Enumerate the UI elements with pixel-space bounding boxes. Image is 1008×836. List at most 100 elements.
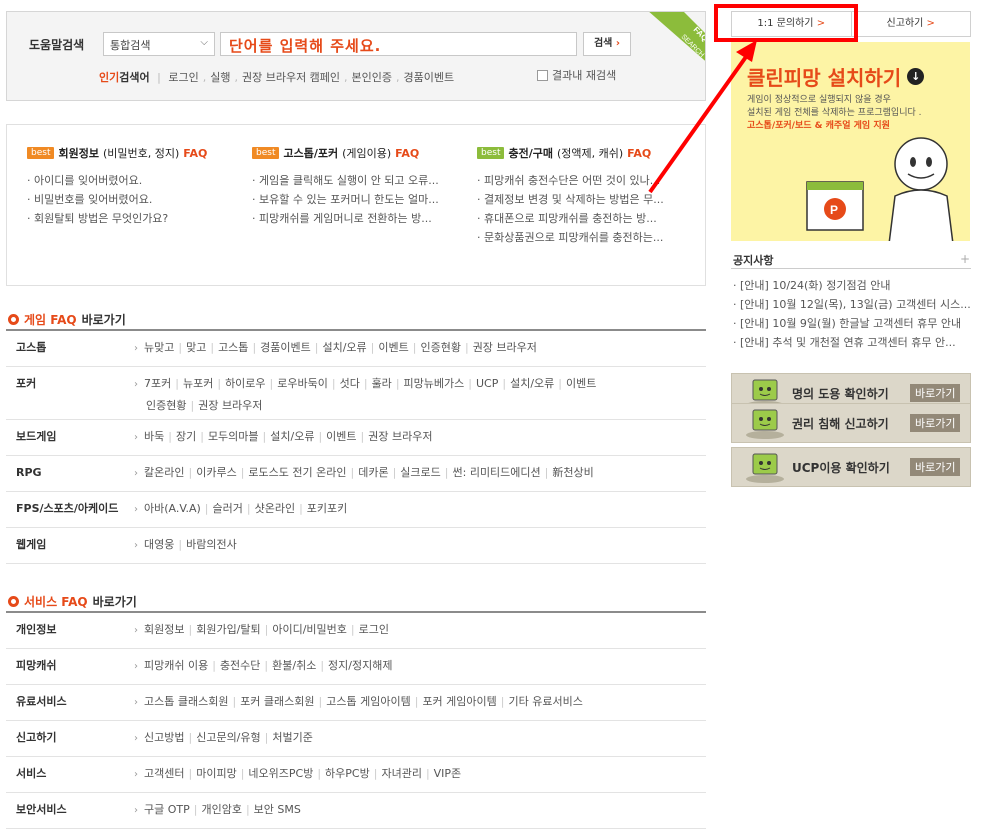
faq-topic-link[interactable]: 썬: 리미티드에디션: [453, 466, 541, 479]
side-shortcut-button[interactable]: 권리 침해 신고하기 바로가기: [731, 403, 971, 443]
faq-topic-link[interactable]: 이벤트: [378, 341, 408, 354]
popular-term-link[interactable]: 경품이벤트: [404, 71, 455, 84]
faq-topic-link[interactable]: 권장 브라우저: [198, 399, 262, 412]
best-faq-item[interactable]: 게임을 클릭해도 실행이 안 되고 오류...: [252, 171, 470, 190]
faq-topic-link[interactable]: 장기: [176, 430, 196, 443]
faq-topic-link[interactable]: 칼온라인: [144, 466, 184, 479]
best-faq-item[interactable]: 비밀번호를 잊어버렸어요.: [27, 190, 245, 209]
faq-topic-link[interactable]: 환불/취소: [272, 659, 316, 672]
faq-topic-link[interactable]: 섯다: [340, 377, 360, 390]
faq-topic-link[interactable]: 피망뉴베가스: [404, 377, 465, 390]
best-faq-item[interactable]: 피망캐쉬를 게임머니로 전환하는 방...: [252, 209, 470, 228]
faq-category-name: 포커: [16, 377, 37, 390]
faq-topic-link[interactable]: 권장 브라우저: [368, 430, 432, 443]
faq-topic-link[interactable]: 슬러거: [213, 502, 243, 515]
faq-topic-link[interactable]: 하이로우: [225, 377, 265, 390]
faq-topic-link[interactable]: 피망캐쉬 이용: [144, 659, 208, 672]
faq-topic-link[interactable]: UCP: [476, 377, 498, 390]
best-faq-item[interactable]: 문화상품권으로 피망캐쉬를 충전하는...: [477, 228, 695, 247]
faq-topic-link[interactable]: 로우바둑이: [277, 377, 328, 390]
faq-topic-link[interactable]: 개인암호: [201, 803, 241, 816]
search-scope-select[interactable]: 통합검색 ⌵: [103, 32, 215, 56]
faq-topic-link[interactable]: 고스톱: [218, 341, 248, 354]
faq-topic-link[interactable]: 이카루스: [196, 466, 236, 479]
faq-topic-link[interactable]: 하우PC방: [325, 767, 370, 780]
faq-topic-link[interactable]: 설치/오류: [322, 341, 366, 354]
faq-topic-link[interactable]: 바둑: [144, 430, 164, 443]
faq-topic-link[interactable]: 아이디/비밀번호: [272, 623, 347, 636]
best-faq-item[interactable]: 보유할 수 있는 포커머니 한도는 얼마...: [252, 190, 470, 209]
faq-topic-link[interactable]: 네오위즈PC방: [248, 767, 313, 780]
faq-topic-link[interactable]: 신고문의/유형: [196, 731, 260, 744]
faq-topic-link[interactable]: 기타 유료서비스: [509, 695, 583, 708]
faq-topic-link[interactable]: 바람의전사: [186, 538, 237, 551]
result-in-result-checkbox[interactable]: 결과내 재검색: [537, 67, 616, 83]
faq-topic-link[interactable]: 정지/정지해제: [328, 659, 392, 672]
faq-topic-link[interactable]: 이벤트: [566, 377, 596, 390]
best-faq-item[interactable]: 피망캐쉬 충전수단은 어떤 것이 있나...: [477, 171, 695, 190]
faq-topic-link[interactable]: 훌라: [372, 377, 392, 390]
faq-topic-link[interactable]: 고스톱 게임아이템: [326, 695, 410, 708]
go-link[interactable]: 바로가기: [910, 458, 961, 476]
faq-topic-link[interactable]: 처벌기준: [272, 731, 312, 744]
notice-item[interactable]: [안내] 10월 12일(목), 13일(금) 고객센터 시스...: [733, 295, 971, 314]
faq-topic-link[interactable]: 충전수단: [220, 659, 260, 672]
go-link[interactable]: 바로가기: [910, 414, 961, 432]
faq-topic-link[interactable]: 보안 SMS: [254, 803, 301, 816]
faq-topic-link[interactable]: 자녀관리: [381, 767, 421, 780]
faq-topic-link[interactable]: 포키포키: [307, 502, 347, 515]
faq-topic-link[interactable]: 마이피망: [196, 767, 236, 780]
faq-topic-link[interactable]: 7포커: [144, 377, 171, 390]
faq-topic-link[interactable]: 회원정보: [144, 623, 184, 636]
tab-report[interactable]: 신고하기 >: [852, 12, 971, 36]
banner-title: 클린피망 설치하기 ↓: [747, 62, 925, 91]
faq-topic-link[interactable]: 회원가입/탈퇴: [196, 623, 260, 636]
faq-topic-link[interactable]: 고객센터: [144, 767, 184, 780]
notice-item[interactable]: [안내] 추석 및 개천절 연휴 고객센터 휴무 안...: [733, 333, 971, 352]
clean-pmang-banner[interactable]: 클린피망 설치하기 ↓ 게임이 정상적으로 실행되지 않을 경우 설치된 게임 전…: [731, 42, 970, 241]
faq-topic-link[interactable]: 신고방법: [144, 731, 184, 744]
best-faq-heading[interactable]: best 충전/구매 (정액제, 캐쉬) FAQ: [477, 145, 695, 161]
faq-topic-link[interactable]: 新천상비: [552, 466, 593, 479]
faq-topic-link[interactable]: 뉴포커: [183, 377, 213, 390]
faq-topic-link[interactable]: 맞고: [186, 341, 206, 354]
faq-topic-link[interactable]: VIP존: [434, 767, 462, 780]
faq-topic-link[interactable]: 아바(A.V.A): [144, 502, 201, 515]
popular-term-link[interactable]: 권장 브라우저 캠페인: [242, 71, 340, 84]
popular-term-link[interactable]: 실행: [210, 71, 230, 84]
best-faq-item[interactable]: 아이디를 잊어버렸어요.: [27, 171, 245, 190]
popular-term-link[interactable]: 본인인증: [352, 71, 392, 84]
faq-topic-link[interactable]: 뉴맞고: [144, 341, 174, 354]
popular-term-link[interactable]: 로그인: [168, 71, 198, 84]
faq-topic-link[interactable]: 고스톱 클래스회원: [144, 695, 228, 708]
faq-topic-link[interactable]: 설치/오류: [510, 377, 554, 390]
search-input[interactable]: 단어를 입력해 주세요.: [220, 32, 577, 56]
faq-topic-link[interactable]: 인증현황: [146, 399, 186, 412]
faq-topic-link[interactable]: 구글 OTP: [144, 803, 190, 816]
faq-topic-link[interactable]: 모두의마블: [208, 430, 259, 443]
go-link[interactable]: 바로가기: [910, 384, 961, 402]
best-faq-item[interactable]: 결제정보 변경 및 삭제하는 방법은 무...: [477, 190, 695, 209]
best-faq-heading[interactable]: best 회원정보 (비밀번호, 정지) FAQ: [27, 145, 245, 161]
faq-topic-link[interactable]: 포커 게임아이템: [422, 695, 496, 708]
best-faq-heading[interactable]: best 고스톱/포커 (게임이용) FAQ: [252, 145, 470, 161]
faq-topic-link[interactable]: 경품이벤트: [260, 341, 311, 354]
faq-topic-link[interactable]: 실크로드: [400, 466, 440, 479]
best-faq-item[interactable]: 휴대폰으로 피망캐쉬를 충전하는 방...: [477, 209, 695, 228]
faq-topic-link[interactable]: 데카론: [358, 466, 388, 479]
best-faq-item[interactable]: 회원탈퇴 방법은 무엇인가요?: [27, 209, 245, 228]
faq-topic-link[interactable]: 인증현황: [420, 341, 460, 354]
faq-topic-link[interactable]: 포커 클래스회원: [240, 695, 314, 708]
search-button[interactable]: 검색 ›: [583, 32, 631, 56]
side-shortcut-button[interactable]: UCP이용 확인하기 바로가기: [731, 447, 971, 487]
plus-icon[interactable]: +: [960, 252, 970, 266]
faq-topic-link[interactable]: 로도스도 전기 온라인: [248, 466, 346, 479]
notice-item[interactable]: [안내] 10월 9일(월) 한글날 고객센터 휴무 안내: [733, 314, 971, 333]
faq-topic-link[interactable]: 로그인: [359, 623, 389, 636]
faq-topic-link[interactable]: 설치/오류: [270, 430, 314, 443]
faq-topic-link[interactable]: 샷온라인: [255, 502, 295, 515]
faq-topic-link[interactable]: 이벤트: [326, 430, 356, 443]
faq-topic-link[interactable]: 권장 브라우저: [473, 341, 537, 354]
notice-item[interactable]: [안내] 10/24(화) 정기점검 안내: [733, 276, 971, 295]
faq-topic-link[interactable]: 대영웅: [144, 538, 174, 551]
